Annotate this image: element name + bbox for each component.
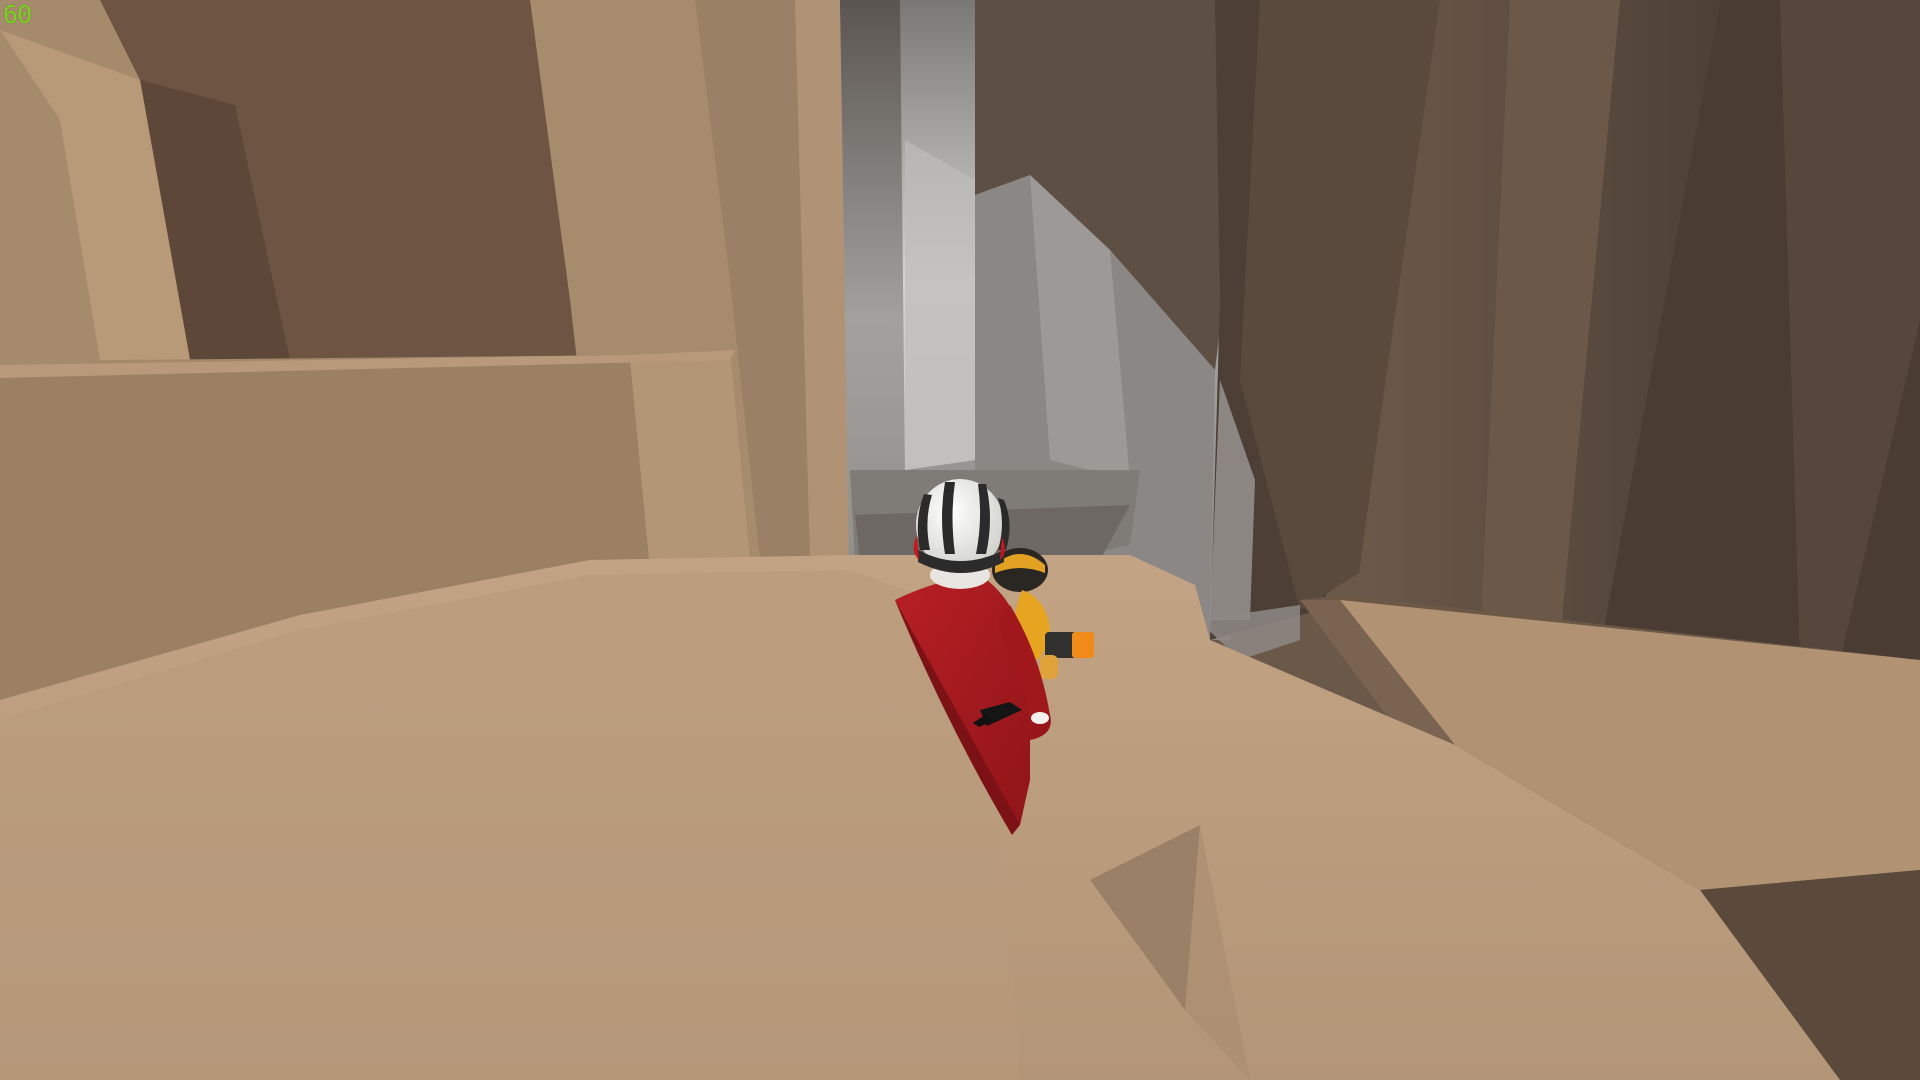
fps-counter: 60 <box>3 0 32 29</box>
game-viewport[interactable] <box>0 0 1920 1080</box>
scene-render <box>0 0 1920 1080</box>
